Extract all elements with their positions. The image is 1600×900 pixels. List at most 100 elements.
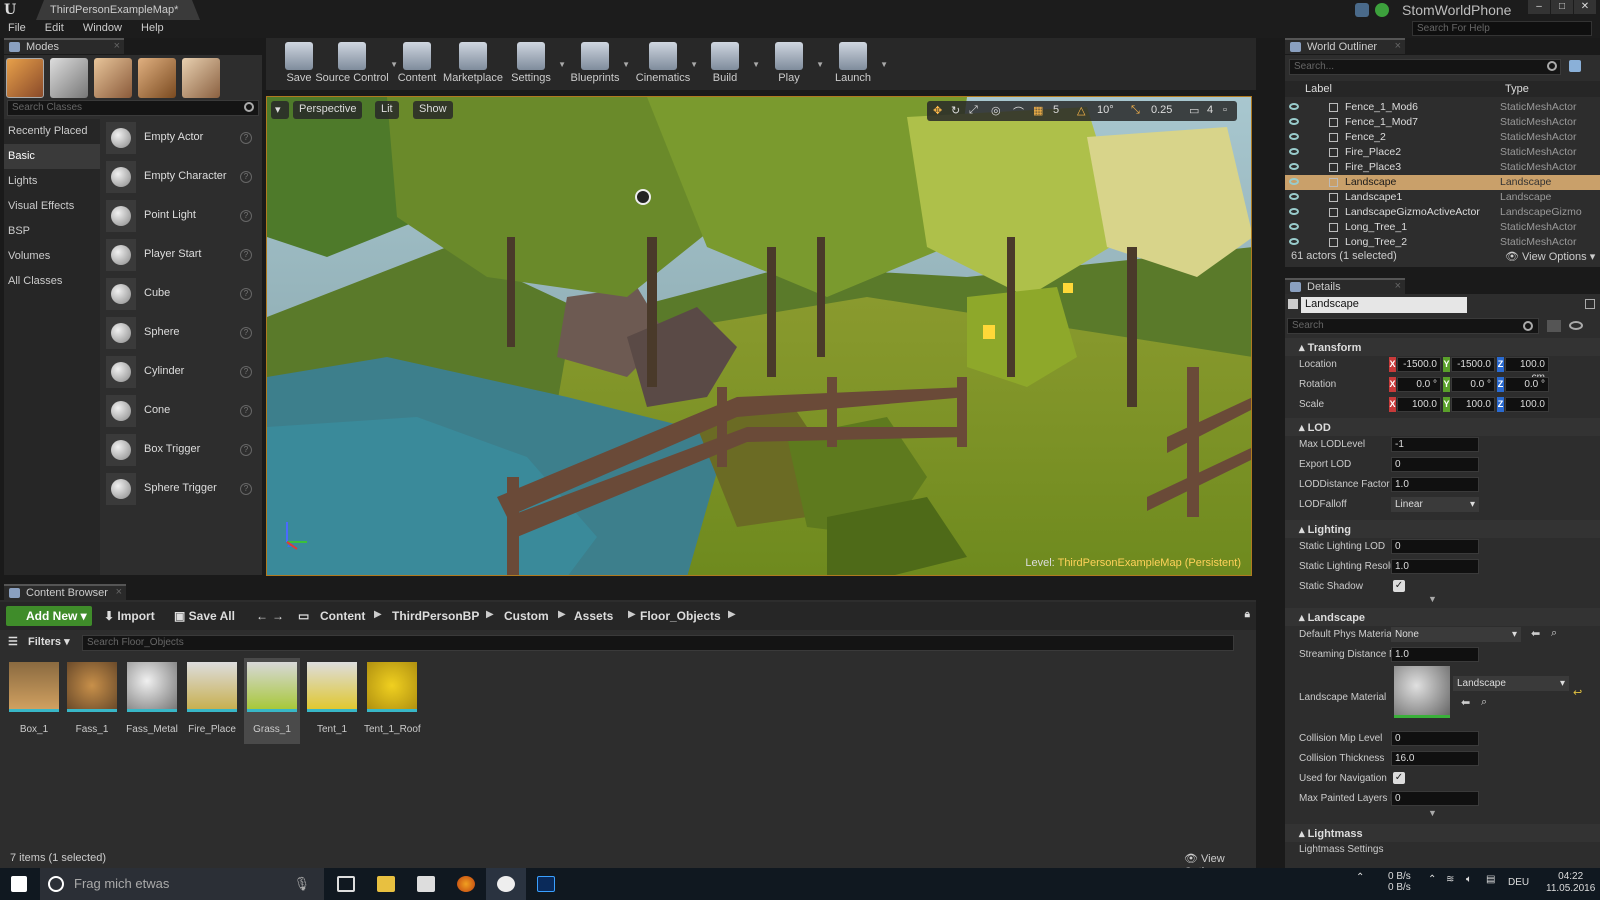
- outliner-row[interactable]: Landscape1 Landscape: [1285, 190, 1600, 205]
- level-viewport[interactable]: z ▾ Perspective Lit Show ✥ ↻ ⤢ ◎ ⌒ ▦ 5 △…: [266, 96, 1252, 576]
- menu-file[interactable]: File: [0, 20, 34, 36]
- material-thumbnail[interactable]: [1394, 666, 1450, 718]
- category-visual-effects[interactable]: Visual Effects: [4, 194, 100, 219]
- visibility-eye-icon[interactable]: [1289, 193, 1299, 200]
- world-outliner-tab[interactable]: World Outliner ×: [1285, 38, 1405, 54]
- actor-item-sphere-trigger[interactable]: Sphere Trigger?: [102, 470, 262, 509]
- notification-icon[interactable]: [1355, 3, 1369, 17]
- visibility-eye-icon[interactable]: [1289, 118, 1299, 125]
- wifi-icon[interactable]: ≋: [1446, 874, 1454, 885]
- location-x-input[interactable]: -1500.0: [1397, 357, 1441, 372]
- firefox-button[interactable]: [446, 868, 486, 900]
- visibility-eye-icon[interactable]: [1289, 103, 1299, 110]
- category-volumes[interactable]: Volumes: [4, 244, 100, 269]
- dropdown-arrow-icon[interactable]: ▼: [622, 60, 630, 69]
- world-local-icon[interactable]: ◎: [991, 104, 1001, 117]
- people-icon[interactable]: ⌃: [1356, 872, 1364, 883]
- streaming-distance-input[interactable]: 1.0: [1391, 647, 1479, 662]
- filters-button[interactable]: Filters ▾: [28, 635, 70, 648]
- landscape-mode-button[interactable]: [94, 58, 132, 98]
- close-tab-icon[interactable]: ×: [116, 586, 122, 598]
- visibility-eye-icon[interactable]: [1289, 163, 1299, 170]
- property-matrix-icon[interactable]: [1547, 320, 1561, 332]
- close-tab-icon[interactable]: ×: [1395, 40, 1401, 52]
- max-lod-input[interactable]: -1: [1391, 437, 1479, 452]
- help-search-input[interactable]: Search For Help: [1412, 21, 1592, 36]
- menu-help[interactable]: Help: [133, 20, 172, 36]
- breadcrumb-separator-icon[interactable]: ▶: [728, 609, 736, 620]
- visibility-filter-icon[interactable]: [1569, 321, 1583, 330]
- breadcrumb-separator-icon[interactable]: ▶: [628, 609, 636, 620]
- class-search-input[interactable]: Search Classes: [7, 100, 259, 116]
- asset-tile[interactable]: Tent_1_Roof: [364, 658, 421, 744]
- place-mode-button[interactable]: [6, 58, 44, 98]
- static-lighting-resolution-input[interactable]: 1.0: [1391, 559, 1479, 574]
- geometry-mode-button[interactable]: [182, 58, 220, 98]
- menu-window[interactable]: Window: [75, 20, 130, 36]
- label-column-header[interactable]: Label: [1305, 83, 1332, 95]
- modes-tab[interactable]: Modes ×: [4, 38, 124, 54]
- scale-y-input[interactable]: 100.0: [1451, 397, 1495, 412]
- help-icon[interactable]: ?: [240, 171, 252, 183]
- outliner-row[interactable]: Fence_1_Mod6 StaticMeshActor: [1285, 100, 1600, 115]
- browse-icon[interactable]: ⌕: [1551, 627, 1557, 640]
- clock[interactable]: 04:22 11.05.2016: [1546, 871, 1595, 895]
- outliner-row[interactable]: Fence_2 StaticMeshActor: [1285, 130, 1600, 145]
- maximize-button[interactable]: □: [1551, 0, 1573, 14]
- store-button[interactable]: [406, 868, 446, 900]
- phys-material-select[interactable]: None ▾: [1391, 627, 1521, 642]
- breadcrumb-content[interactable]: Content: [320, 609, 365, 623]
- lock-icon[interactable]: 🔒︎: [1245, 609, 1250, 620]
- add-new-button[interactable]: Add New ▾: [6, 606, 92, 626]
- expand-advanced-icon[interactable]: ▼: [1428, 594, 1437, 604]
- breadcrumb-separator-icon[interactable]: ▶: [374, 609, 382, 620]
- content-browser-tab[interactable]: Content Browser ×: [4, 584, 126, 600]
- surface-snap-icon[interactable]: ⌒: [1013, 104, 1024, 120]
- help-icon[interactable]: ?: [240, 483, 252, 495]
- lighting-section[interactable]: ▴ Lighting: [1285, 520, 1600, 538]
- asset-search-input[interactable]: Search Floor_Objects: [82, 635, 1234, 651]
- breadcrumb-separator-icon[interactable]: ▶: [558, 609, 566, 620]
- rotation-y-input[interactable]: 0.0 °: [1451, 377, 1495, 392]
- lod-section[interactable]: ▴ LOD: [1285, 418, 1600, 436]
- category-bsp[interactable]: BSP: [4, 219, 100, 244]
- asset-tile[interactable]: Tent_1: [304, 658, 360, 744]
- asset-tile[interactable]: Fass_Metal: [124, 658, 180, 744]
- details-search-input[interactable]: Search: [1287, 318, 1539, 334]
- help-icon[interactable]: ?: [240, 249, 252, 261]
- import-button[interactable]: ⬇ Import: [104, 609, 155, 623]
- level-document-tab[interactable]: ThirdPersonExampleMap*: [36, 0, 200, 20]
- transform-section[interactable]: ▴ Transform: [1285, 338, 1600, 356]
- lightmass-settings-label[interactable]: Lightmass Settings: [1299, 844, 1384, 855]
- rotation-snap-icon[interactable]: △: [1077, 104, 1085, 117]
- action-center-icon[interactable]: ▤: [1486, 874, 1495, 885]
- dropdown-arrow-icon[interactable]: ▼: [880, 60, 888, 69]
- menu-edit[interactable]: Edit: [37, 20, 72, 36]
- actor-item-point-light[interactable]: Point Light?: [102, 197, 262, 236]
- actor-name-field[interactable]: Landscape: [1301, 297, 1467, 313]
- type-column-header[interactable]: Type: [1505, 83, 1529, 95]
- static-lighting-lod-input[interactable]: 0: [1391, 539, 1479, 554]
- rotation-x-input[interactable]: 0.0 °: [1397, 377, 1441, 392]
- help-icon[interactable]: ?: [240, 405, 252, 417]
- breadcrumb-floor-objects[interactable]: Floor_Objects: [640, 609, 721, 623]
- help-icon[interactable]: ?: [240, 288, 252, 300]
- use-selected-icon[interactable]: ⬅: [1531, 627, 1540, 640]
- unreal-editor-taskbar-button[interactable]: [486, 868, 526, 900]
- actor-item-cone[interactable]: Cone?: [102, 392, 262, 431]
- scale-z-input[interactable]: 100.0: [1505, 397, 1549, 412]
- settings-button[interactable]: Settings ▼: [500, 38, 566, 90]
- sources-toggle-icon[interactable]: ☰: [8, 635, 18, 648]
- actor-item-box-trigger[interactable]: Box Trigger?: [102, 431, 262, 470]
- viewport-options-button[interactable]: ▾: [271, 101, 289, 119]
- category-basic[interactable]: Basic: [4, 144, 100, 169]
- camera-speed-value[interactable]: 4: [1207, 104, 1213, 116]
- reset-to-default-icon[interactable]: ↩: [1573, 686, 1582, 699]
- outliner-row[interactable]: Long_Tree_1 StaticMeshActor: [1285, 220, 1600, 235]
- translate-tool-icon[interactable]: ✥: [933, 104, 942, 117]
- perspective-button[interactable]: Perspective: [293, 101, 363, 119]
- asset-tile[interactable]: Fass_1: [64, 658, 120, 744]
- asset-tile[interactable]: Fire_Place: [184, 658, 240, 744]
- help-icon[interactable]: ?: [240, 132, 252, 144]
- scale-label[interactable]: Scale: [1299, 399, 1324, 410]
